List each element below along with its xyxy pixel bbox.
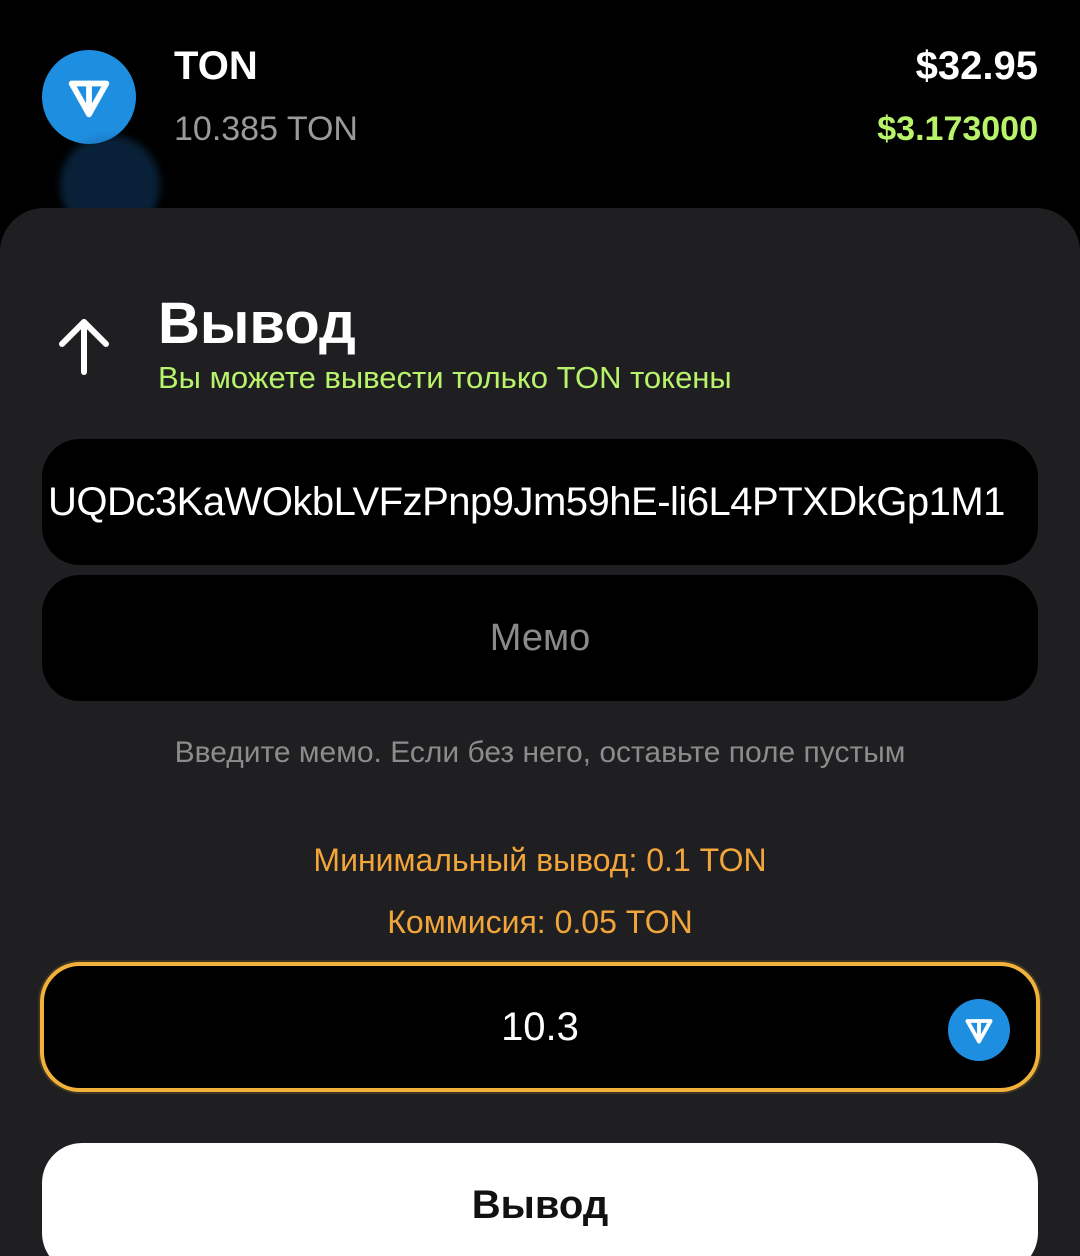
blurred-token-row-bottom (0, 130, 1080, 235)
ton-token-icon (948, 999, 1010, 1061)
withdraw-sheet: Вывод Вы можете вывести только TON токен… (0, 208, 1080, 1256)
withdraw-button[interactable]: Вывод (42, 1143, 1038, 1256)
arrow-up-icon (59, 319, 109, 375)
token-usd-value: $32.95 (915, 44, 1038, 88)
memo-input[interactable] (42, 615, 1038, 661)
min-withdraw-label: Минимальный вывод: 0.1 TON (313, 842, 767, 878)
memo-hint: Введите мемо. Если без него, оставьте по… (174, 736, 906, 769)
blurred-token-row-top (100, 0, 1080, 20)
amount-value: 10.3 (501, 1004, 579, 1049)
amount-field[interactable]: 10.3 (40, 962, 1040, 1092)
wallet-screen: TON 10.385 TON $32.95 $3.173000 Вывод Вы… (0, 0, 1080, 1256)
address-value: UQDc3KaWOkbLVFzPnp9Jm59hE-li6L4PTXDkGp1M… (48, 479, 1005, 524)
memo-field[interactable] (42, 575, 1038, 701)
sheet-title: Вывод (158, 291, 356, 356)
sheet-subtitle: Вы можете вывести только TON токены (158, 360, 732, 395)
address-field[interactable]: UQDc3KaWOkbLVFzPnp9Jm59hE-li6L4PTXDkGp1M… (42, 439, 1038, 565)
fee-label: Коммисия: 0.05 TON (387, 904, 693, 940)
token-name: TON (174, 44, 258, 88)
withdraw-button-label: Вывод (471, 1183, 609, 1227)
